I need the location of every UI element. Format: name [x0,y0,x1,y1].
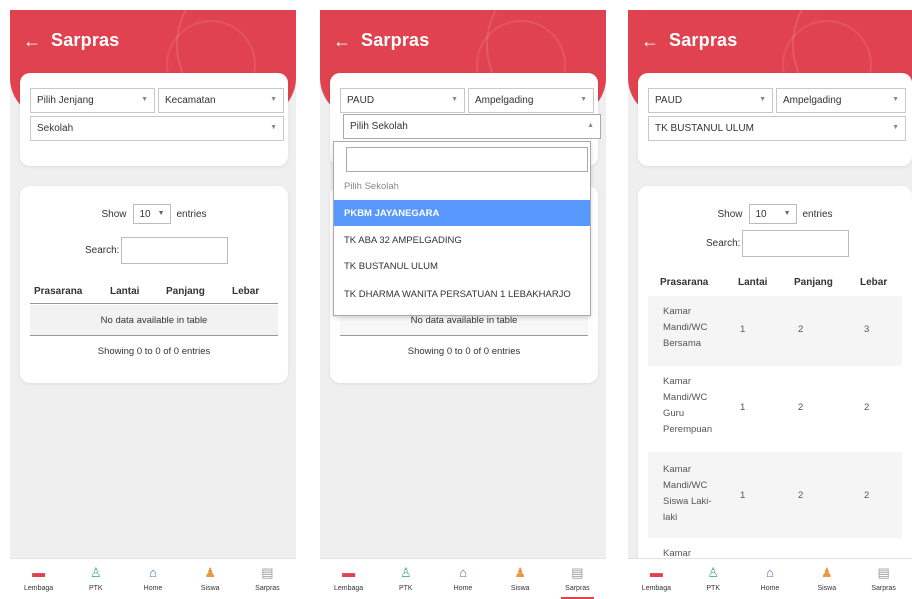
search-label: Search: [706,238,741,249]
nav-home[interactable]: ⌂ Home [124,559,181,599]
nav-lembaga[interactable]: ▬ Lembaga [628,559,685,599]
screen-sarpras-empty: ← Sarpras Pilih Jenjang ▼ Kecamatan ▼ Se… [10,10,296,599]
nav-lembaga[interactable]: ▬ Lembaga [10,559,67,599]
jenjang-select[interactable]: Pilih Jenjang ▼ [30,88,155,113]
building-icon: ▬ [32,565,46,580]
nav-lembaga[interactable]: ▬ Lembaga [320,559,377,599]
table-info: Showing 0 to 0 of 0 entries [97,346,211,357]
entries-select[interactable]: 10 ▼ [132,204,171,224]
nav-ptk[interactable]: ♙ PTK [685,559,742,599]
bottom-nav: ▬ Lembaga ♙ PTK ⌂ Home ♟ Siswa ▤ Sarpras [320,558,606,599]
inventory-icon: ▤ [261,565,274,580]
person-icon: ♙ [707,565,720,580]
filter-card: Pilih Jenjang ▼ Kecamatan ▼ Sekolah ▼ [20,73,288,166]
dropdown-option-highlighted[interactable]: PKBM JAYANEGARA [334,200,590,226]
page-title: Sarpras [669,30,738,50]
nav-siswa[interactable]: ♟ Siswa [492,559,549,599]
arrow-left-icon[interactable]: ← [641,32,659,50]
table-info: Showing 0 to 0 of 0 entries [407,346,521,357]
table-card: Show 10 ▼ entries Search: Prasarana Lant… [20,186,288,383]
search-input[interactable] [742,230,850,257]
nav-sarpras[interactable]: ▤ Sarpras [855,559,912,599]
table-card: Show 10 ▼ entries Search: Prasarana Lant… [638,186,912,566]
chevron-down-icon: ▼ [783,210,791,217]
sekolah-select[interactable]: Pilih Sekolah ▲ [343,114,601,139]
screen-sarpras-data: ← Sarpras PAUD ▼ Ampelgading ▼ TK BUSTAN… [628,10,912,599]
chevron-down-icon: ▼ [580,96,587,103]
building-icon: ▬ [649,565,663,580]
inventory-icon: ▤ [571,565,584,580]
nav-ptk[interactable]: ♙ PTK [377,559,434,599]
chevron-up-icon: ▲ [587,122,594,129]
nav-sarpras[interactable]: ▤ Sarpras [239,559,296,599]
inventory-icon: ▤ [877,565,890,580]
dropdown-search-input[interactable] [346,147,588,172]
bottom-nav: ▬ Lembaga ♙ PTK ⌂ Home ♟ Siswa ▤ Sarpras [628,558,912,599]
jenjang-select[interactable]: PAUD ▼ [340,88,465,113]
users-icon: ♟ [204,565,217,580]
nav-home[interactable]: ⌂ Home [434,559,491,599]
chevron-down-icon: ▼ [270,96,277,103]
chevron-down-icon: ▼ [892,124,899,131]
nav-sarpras[interactable]: ▤ Sarpras [549,559,606,599]
dropdown-option[interactable]: TK BUSTANUL ULUM [334,253,590,279]
table-header: Prasarana Lantai Panjang Lebar [660,277,888,288]
dropdown-option[interactable]: TK ABA 32 AMPELGADING [334,227,590,253]
person-icon: ♙ [89,565,102,580]
building-icon: ▬ [342,565,356,580]
table-row: Kamar Mandi/WC Siswa Laki-laki 1 2 2 [648,452,902,538]
page-title: Sarpras [51,30,120,50]
search-label: Search: [85,245,120,256]
sekolah-select[interactable]: Sekolah ▼ [30,116,284,141]
nav-ptk[interactable]: ♙ PTK [67,559,124,599]
person-icon: ♙ [399,565,412,580]
sekolah-dropdown-list: Pilih Sekolah PKBM JAYANEGARA TK ABA 32 … [333,141,591,316]
nav-home[interactable]: ⌂ Home [742,559,799,599]
arrow-left-icon[interactable]: ← [333,32,351,50]
jenjang-select[interactable]: PAUD ▼ [648,88,773,113]
filter-card: PAUD ▼ Ampelgading ▼ TK BUSTANUL ULUM ▼ [638,73,912,166]
kecamatan-select[interactable]: Ampelgading ▼ [776,88,906,113]
chevron-down-icon: ▼ [270,124,277,131]
empty-row: No data available in table [30,305,278,336]
table-header: Prasarana Lantai Panjang Lebar [30,278,278,304]
sekolah-select[interactable]: TK BUSTANUL ULUM ▼ [648,116,906,141]
arrow-left-icon[interactable]: ← [23,32,41,50]
chevron-down-icon: ▼ [759,96,766,103]
table-row: Kamar Mandi/WC Bersama 1 2 3 [648,296,902,366]
nav-siswa[interactable]: ♟ Siswa [182,559,239,599]
chevron-down-icon: ▼ [157,210,165,217]
entries-select[interactable]: 10 ▼ [748,204,797,224]
bottom-nav: ▬ Lembaga ♙ PTK ⌂ Home ♟ Siswa ▤ Sarpras [10,558,296,599]
home-icon: ⌂ [766,565,774,580]
chevron-down-icon: ▼ [892,96,899,103]
table-row: Kamar Mandi/WC Guru Perempuan 1 2 2 [663,376,870,435]
users-icon: ♟ [820,565,833,580]
kecamatan-select[interactable]: Ampelgading ▼ [468,88,594,113]
nav-siswa[interactable]: ♟ Siswa [798,559,855,599]
chevron-down-icon: ▼ [451,96,458,103]
search-input[interactable] [121,237,229,264]
users-icon: ♟ [514,565,527,580]
chevron-down-icon: ▼ [141,96,148,103]
page-title: Sarpras [361,30,430,50]
dropdown-option[interactable]: Pilih Sekolah [334,173,590,199]
home-icon: ⌂ [459,565,467,580]
dropdown-option[interactable]: TK DHARMA WANITA PERSATUAN 1 LEBAKHARJO [334,281,590,307]
kecamatan-select[interactable]: Kecamatan ▼ [158,88,284,113]
home-icon: ⌂ [149,565,157,580]
